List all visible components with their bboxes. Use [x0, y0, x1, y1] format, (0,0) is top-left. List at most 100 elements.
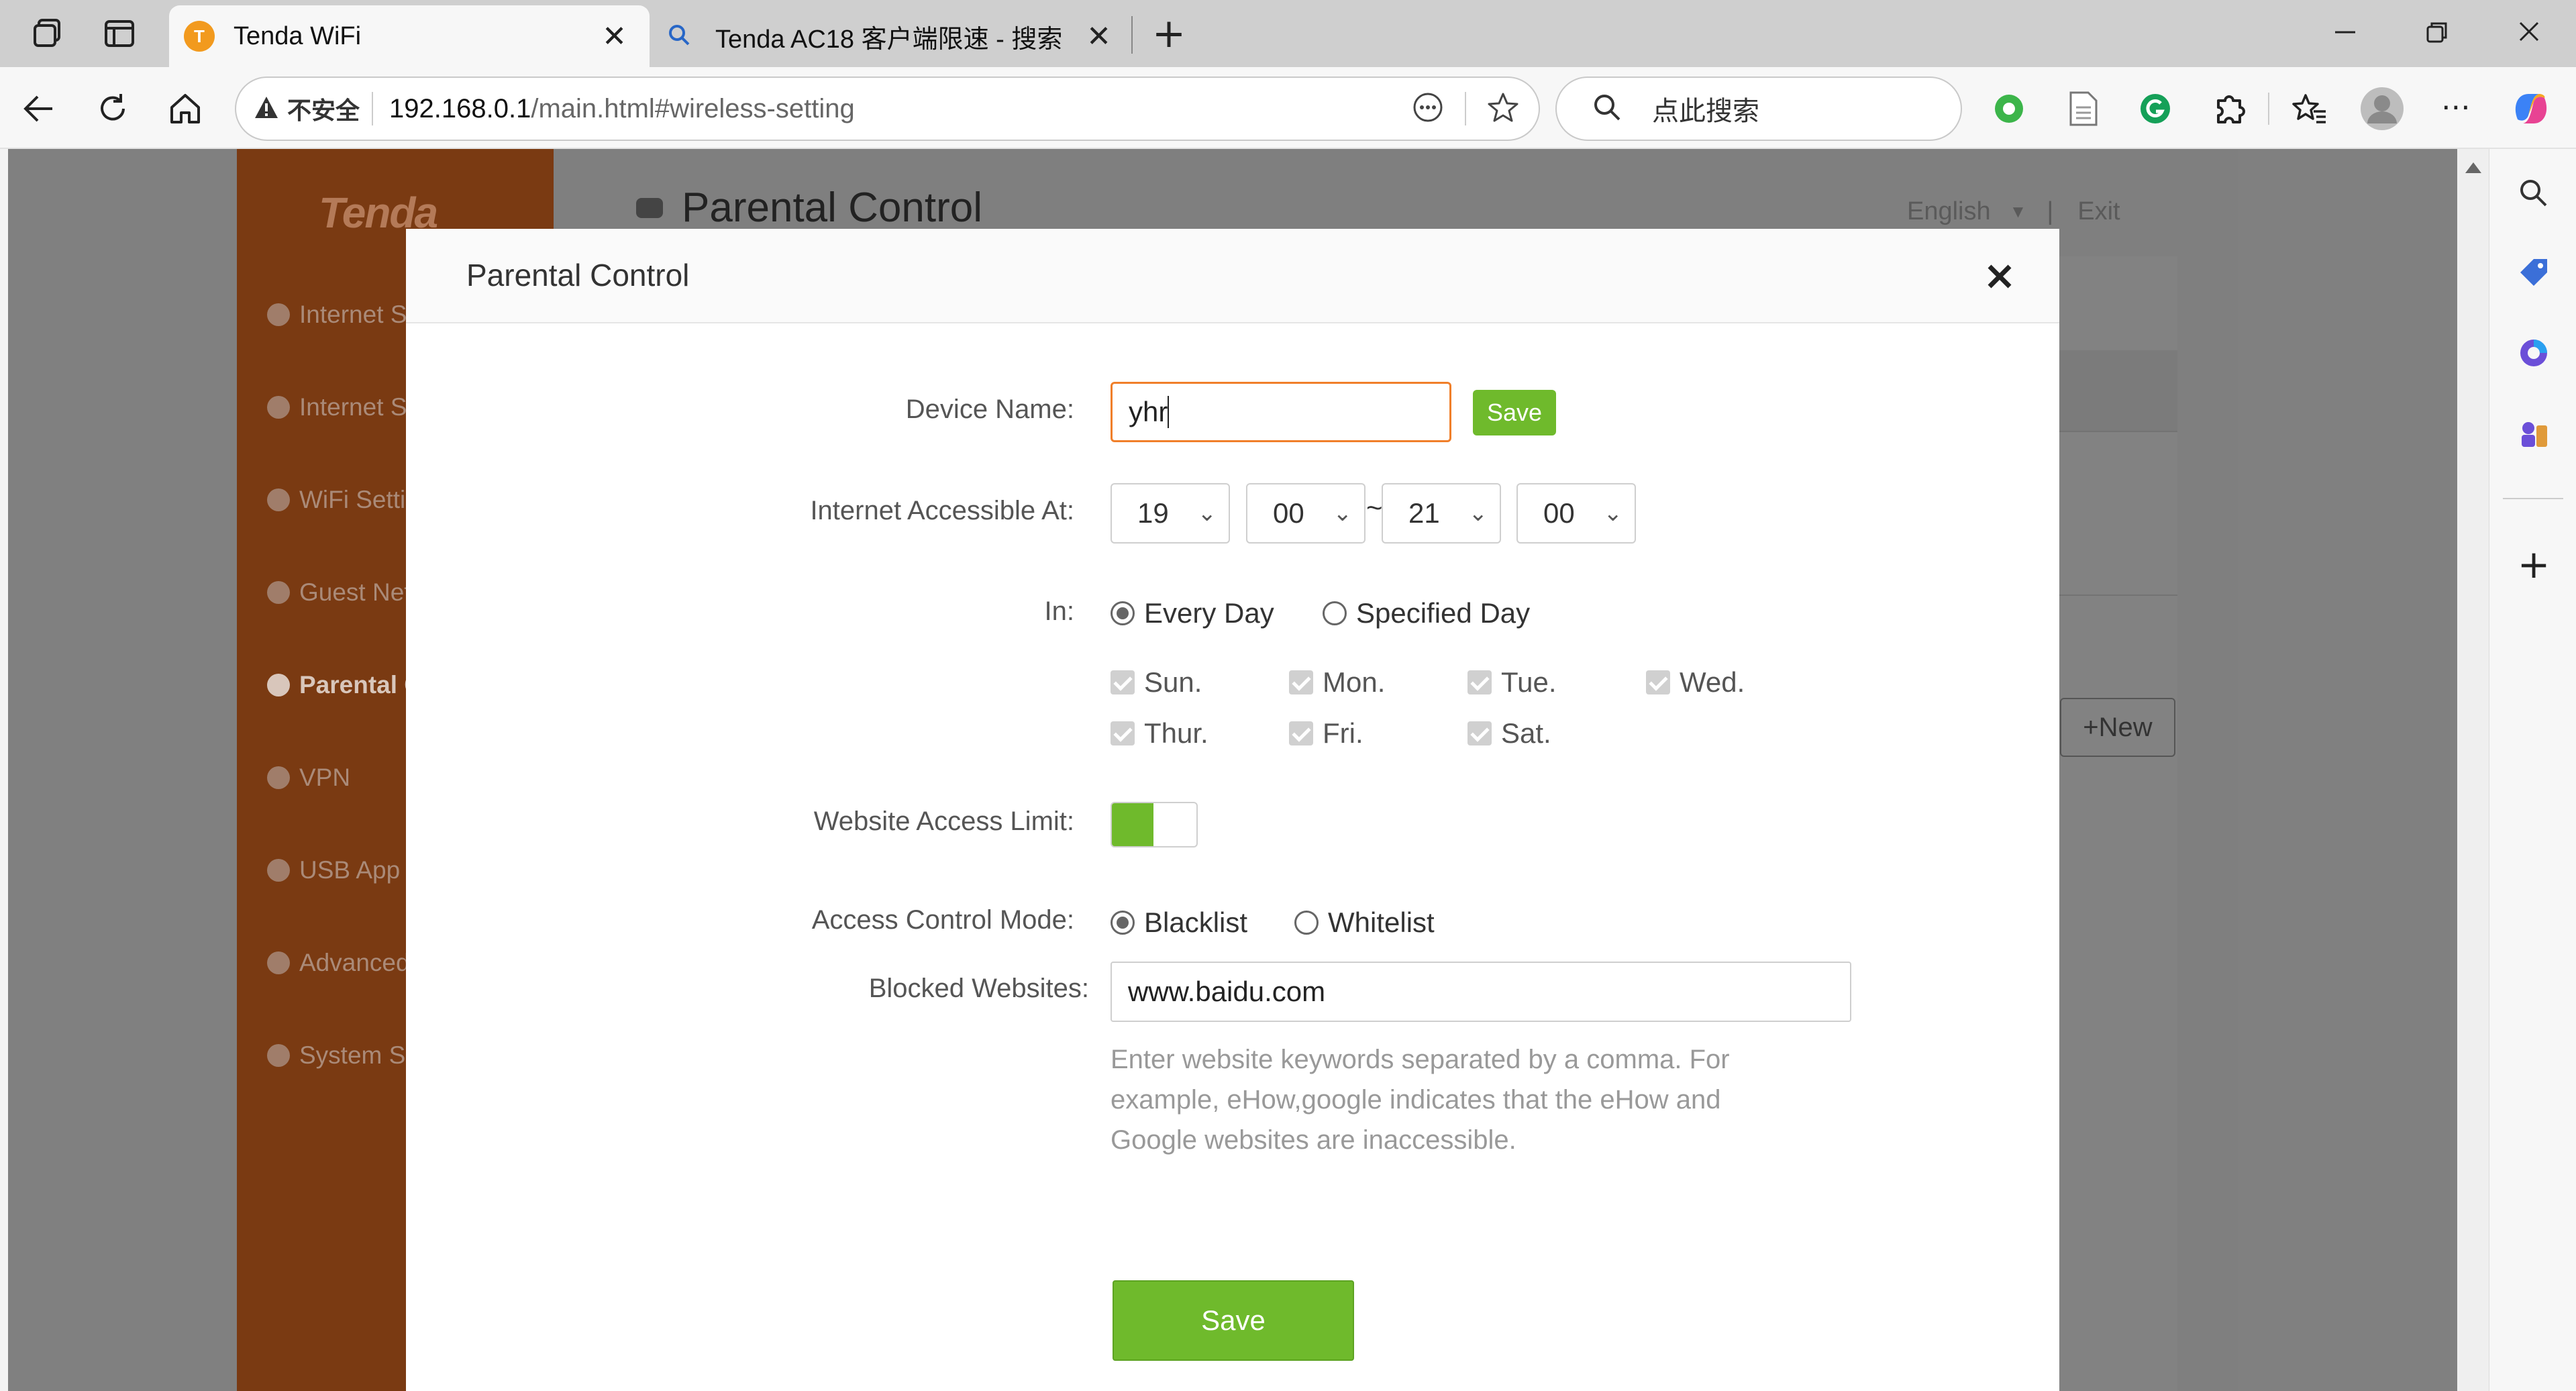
toolbar-divider	[2268, 93, 2269, 125]
security-label[interactable]: 不安全	[287, 91, 360, 126]
day-checkbox-sun[interactable]: Sun.	[1111, 666, 1202, 699]
address-bar[interactable]: 不安全 192.168.0.1/main.html#wireless-setti…	[235, 76, 1540, 141]
m365-icon[interactable]	[2516, 336, 2551, 370]
tab-actions-icon[interactable]	[102, 16, 137, 51]
day-label: Thur.	[1144, 717, 1208, 749]
start-minute-select[interactable]: 00 ⌄	[1246, 483, 1366, 544]
web-search-box[interactable]: 点此搜索	[1555, 76, 1962, 141]
specified-day-radio[interactable]: Specified Day	[1323, 597, 1530, 629]
blocked-websites-input[interactable]: www.baidu.com	[1111, 962, 1851, 1022]
sidebar-search-icon[interactable]	[2516, 176, 2550, 209]
parental-heading-icon	[636, 197, 663, 218]
sidebar-item-usb-app[interactable]: USB App	[267, 856, 400, 884]
whitelist-radio[interactable]: Whitelist	[1294, 907, 1435, 939]
workspaces-icon[interactable]	[30, 15, 67, 52]
scrollbar[interactable]	[2457, 149, 2489, 1391]
chevron-down-icon: ▼	[2009, 201, 2027, 221]
favorite-star-icon[interactable]	[1486, 91, 1520, 127]
start-hour-value: 19	[1137, 497, 1169, 529]
exit-link[interactable]: Exit	[2077, 197, 2120, 226]
top-links-divider: |	[2047, 197, 2054, 225]
extension-green-icon[interactable]	[1992, 91, 2026, 126]
day-checkbox-wed[interactable]: Wed.	[1646, 666, 1745, 699]
radio-unselected-icon	[1294, 911, 1319, 935]
website-limit-label: Website Access Limit:	[813, 807, 1074, 836]
checkbox-checked-icon	[1111, 670, 1135, 694]
tab-title: Tenda WiFi	[234, 21, 362, 50]
specified-day-label: Specified Day	[1356, 597, 1531, 629]
favorites-icon[interactable]	[2291, 90, 2328, 127]
document-extension-icon[interactable]	[2065, 90, 2100, 127]
url-host: 192.168.0.1	[389, 93, 531, 123]
tab-tenda-wifi[interactable]: T Tenda WiFi ✕	[169, 5, 650, 67]
home-icon[interactable]	[166, 90, 204, 127]
omnibox-divider	[1465, 92, 1466, 125]
blacklist-label: Blacklist	[1144, 907, 1248, 938]
time-separator: ~	[1366, 492, 1383, 523]
website-limit-toggle[interactable]	[1111, 802, 1198, 847]
extensions-puzzle-icon[interactable]	[2210, 90, 2248, 127]
sidebar-item-advanced[interactable]: Advanced	[267, 949, 410, 977]
reader-mode-icon[interactable]	[1411, 91, 1445, 127]
shopping-tag-icon[interactable]	[2516, 255, 2551, 290]
profile-avatar[interactable]	[2359, 86, 2405, 132]
day-checkbox-mon[interactable]: Mon.	[1289, 666, 1385, 699]
more-menu-icon[interactable]: ⋯	[2436, 93, 2476, 126]
search-favicon-icon	[666, 21, 692, 52]
save-button[interactable]: Save	[1113, 1280, 1354, 1361]
day-checkbox-thur[interactable]: Thur.	[1111, 717, 1208, 750]
new-tab-icon[interactable]: +	[1149, 13, 1189, 54]
day-checkbox-sat[interactable]: Sat.	[1467, 717, 1551, 750]
router-page-heading: Parental Control	[636, 184, 982, 231]
blacklist-radio[interactable]: Blacklist	[1111, 907, 1247, 939]
day-label: Sun.	[1144, 666, 1202, 698]
minimize-icon[interactable]	[2328, 15, 2362, 48]
day-label: Fri.	[1323, 717, 1363, 749]
tools-icon	[267, 951, 290, 974]
new-rule-button[interactable]: +New	[2060, 698, 2175, 757]
copilot-icon[interactable]	[2508, 86, 2554, 132]
close-tab-icon[interactable]: ✕	[1086, 19, 1111, 54]
gear-icon	[267, 1044, 290, 1067]
refresh-icon[interactable]	[94, 90, 132, 127]
start-minute-value: 00	[1273, 497, 1304, 529]
chevron-down-icon: ⌄	[1603, 500, 1623, 527]
close-tab-icon[interactable]: ✕	[602, 19, 627, 54]
scroll-up-arrow-icon[interactable]	[2465, 162, 2481, 173]
back-icon[interactable]	[20, 90, 58, 127]
day-checkbox-fri[interactable]: Fri.	[1289, 717, 1363, 750]
end-minute-select[interactable]: 00 ⌄	[1516, 483, 1636, 544]
device-name-input[interactable]: yhr	[1111, 382, 1451, 442]
whitelist-label: Whitelist	[1328, 907, 1435, 938]
radio-selected-icon	[1111, 601, 1135, 625]
close-icon[interactable]	[1983, 260, 2016, 293]
sidebar-item-vpn[interactable]: VPN	[267, 764, 350, 792]
restore-icon[interactable]	[2420, 16, 2453, 50]
end-hour-select[interactable]: 21 ⌄	[1382, 483, 1501, 544]
warning-icon	[254, 95, 279, 123]
internet-status-icon	[267, 303, 290, 326]
device-save-button[interactable]: Save	[1473, 390, 1556, 435]
access-mode-label: Access Control Mode:	[811, 905, 1074, 935]
sidebar-item-label: VPN	[299, 764, 351, 791]
close-window-icon[interactable]	[2512, 15, 2546, 48]
checkbox-checked-icon	[1289, 721, 1313, 745]
chevron-down-icon: ⌄	[1197, 500, 1217, 527]
games-icon[interactable]	[2516, 416, 2551, 451]
add-sidebar-app-icon[interactable]: +	[2516, 545, 2551, 584]
day-checkbox-tue[interactable]: Tue.	[1467, 666, 1556, 699]
checkbox-checked-icon	[1467, 721, 1492, 745]
start-hour-select[interactable]: 19 ⌄	[1111, 483, 1230, 544]
sidebar-item-label: Advanced	[299, 949, 410, 976]
tab-title: Tenda AC18 客户端限速 - 搜索	[715, 25, 1063, 54]
grammarly-icon[interactable]	[2138, 91, 2173, 126]
tab-search[interactable]: Tenda AC18 客户端限速 - 搜索 ✕	[651, 5, 1130, 67]
hint-line: example, eHow,google indicates that the …	[1111, 1085, 1721, 1115]
language-select[interactable]: English	[1907, 197, 1991, 226]
every-day-radio[interactable]: Every Day	[1111, 597, 1274, 629]
hint-line: Enter website keywords separated by a co…	[1111, 1045, 1730, 1074]
url-path: /main.html#wireless-setting	[531, 93, 855, 123]
parental-control-dialog: Parental Control Device Name: yhr Save I…	[406, 229, 2059, 1391]
toggle-on-fill	[1112, 803, 1153, 846]
end-hour-value: 21	[1408, 497, 1440, 529]
